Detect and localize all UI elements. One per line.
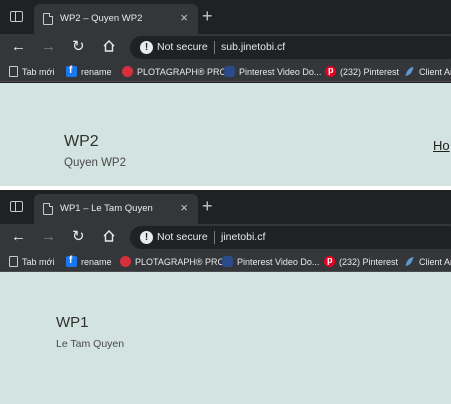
divider: [214, 41, 215, 54]
new-tab-button[interactable]: +: [202, 6, 213, 26]
bookmark-plotagraph[interactable]: PLOTAGRAPH® PRO: [122, 65, 226, 79]
bookmarks-bar: Tab mới rename PLOTAGRAPH® PRO Pinterest…: [0, 251, 451, 272]
security-label[interactable]: Not secure: [157, 231, 208, 243]
bookmark-pinterest-video[interactable]: Pinterest Video Do...: [222, 255, 319, 269]
bookmark-label: Client Ar: [419, 257, 451, 267]
warning-icon[interactable]: !: [140, 41, 153, 54]
bookmark-client-area[interactable]: Client Ar: [404, 255, 451, 269]
tab-strip: WP1 – Le Tam Quyen × +: [0, 190, 451, 224]
bookmark-rename[interactable]: rename: [66, 65, 112, 79]
home-icon[interactable]: [102, 39, 116, 53]
back-icon[interactable]: ←: [11, 228, 26, 246]
bookmark-label: (232) Pinterest: [340, 67, 400, 77]
tab-wp2[interactable]: WP2 – Quyen WP2 ×: [34, 4, 198, 34]
bookmark-label: Pinterest Video Do...: [237, 257, 320, 267]
address-bar-row: ← → ↻ ! Not secure jinetobi.cf: [0, 224, 451, 251]
reload-icon[interactable]: ↻: [72, 38, 85, 56]
bookmark-label: Client Ar: [419, 67, 451, 77]
home-icon[interactable]: [102, 229, 116, 243]
forward-icon[interactable]: →: [41, 38, 56, 56]
bookmark-pinterest[interactable]: (232) Pinterest: [324, 254, 399, 269]
plotagraph-icon: [120, 256, 131, 268]
bookmark-pinterest-video[interactable]: Pinterest Video Do...: [224, 65, 321, 79]
bookmark-label: rename: [81, 67, 112, 77]
tab-actions-icon[interactable]: [10, 11, 23, 22]
security-label[interactable]: Not secure: [157, 41, 208, 53]
site-description: Le Tam Quyen: [56, 338, 125, 350]
close-icon[interactable]: ×: [180, 11, 188, 25]
bookmark-label: Tab mới: [22, 257, 55, 267]
bookmark-tab-moi[interactable]: Tab mới: [9, 255, 54, 269]
forward-icon[interactable]: →: [41, 228, 56, 246]
url-text[interactable]: jinetobi.cf: [221, 231, 265, 243]
page-icon: [9, 256, 18, 268]
close-icon[interactable]: ×: [180, 201, 188, 215]
divider: [214, 231, 215, 244]
site-description: Quyen WP2: [64, 157, 126, 169]
plotagraph-icon: [122, 66, 133, 78]
bookmark-plotagraph[interactable]: PLOTAGRAPH® PRO: [120, 255, 224, 269]
bookmarks-bar: Tab mới rename PLOTAGRAPH® PRO Pinterest…: [0, 61, 451, 82]
address-bar[interactable]: ! Not secure sub.jinetobi.cf: [130, 36, 451, 59]
bookmark-label: (232) Pinterest: [339, 257, 399, 267]
url-text[interactable]: sub.jinetobi.cf: [221, 41, 285, 53]
bookmark-rename[interactable]: rename: [66, 255, 112, 269]
bookmark-label: PLOTAGRAPH® PRO: [135, 257, 225, 267]
tab-wp1[interactable]: WP1 – Le Tam Quyen ×: [34, 194, 198, 224]
bookmark-label: Pinterest Video Do...: [239, 67, 322, 77]
tab-actions-icon[interactable]: [10, 201, 23, 212]
bookmark-tab-moi[interactable]: Tab mới: [9, 65, 54, 79]
browser-window-wp1: WP1 – Le Tam Quyen × + ← → ↻ ! Not secur…: [0, 190, 451, 404]
pinterest-icon: [324, 254, 335, 268]
facebook-icon: [66, 255, 77, 268]
tab-strip: WP2 – Quyen WP2 × +: [0, 0, 451, 34]
page-icon: [43, 13, 53, 25]
tab-title: WP2 – Quyen WP2: [60, 13, 143, 24]
bookmark-label: Tab mới: [22, 67, 55, 77]
site-title[interactable]: WP1: [56, 314, 89, 331]
bookmark-client-area[interactable]: Client Ar: [404, 65, 451, 79]
bookmark-label: rename: [81, 257, 112, 267]
site-title[interactable]: WP2: [64, 133, 99, 151]
bookmark-pinterest[interactable]: (232) Pinterest: [325, 64, 400, 79]
new-tab-button[interactable]: +: [202, 196, 213, 216]
page-icon: [43, 203, 53, 215]
nav-link-home[interactable]: Ho: [433, 138, 450, 153]
pinterest-video-icon: [222, 256, 233, 268]
back-icon[interactable]: ←: [11, 38, 26, 56]
address-bar-row: ← → ↻ ! Not secure sub.jinetobi.cf: [0, 34, 451, 61]
page-icon: [9, 66, 18, 78]
page-content: WP1 Le Tam Quyen: [0, 272, 451, 404]
pinterest-icon: [325, 64, 336, 78]
address-bar[interactable]: ! Not secure jinetobi.cf: [130, 226, 451, 249]
feather-icon: [404, 256, 415, 267]
tab-title: WP1 – Le Tam Quyen: [60, 203, 153, 214]
facebook-icon: [66, 65, 77, 78]
browser-window-wp2: WP2 – Quyen WP2 × + ← → ↻ ! Not secure s…: [0, 0, 451, 186]
pinterest-video-icon: [224, 66, 235, 78]
page-content: WP2 Quyen WP2 Ho: [0, 83, 451, 186]
reload-icon[interactable]: ↻: [72, 228, 85, 246]
warning-icon[interactable]: !: [140, 231, 153, 244]
bookmark-label: PLOTAGRAPH® PRO: [137, 67, 227, 77]
feather-icon: [404, 66, 415, 77]
